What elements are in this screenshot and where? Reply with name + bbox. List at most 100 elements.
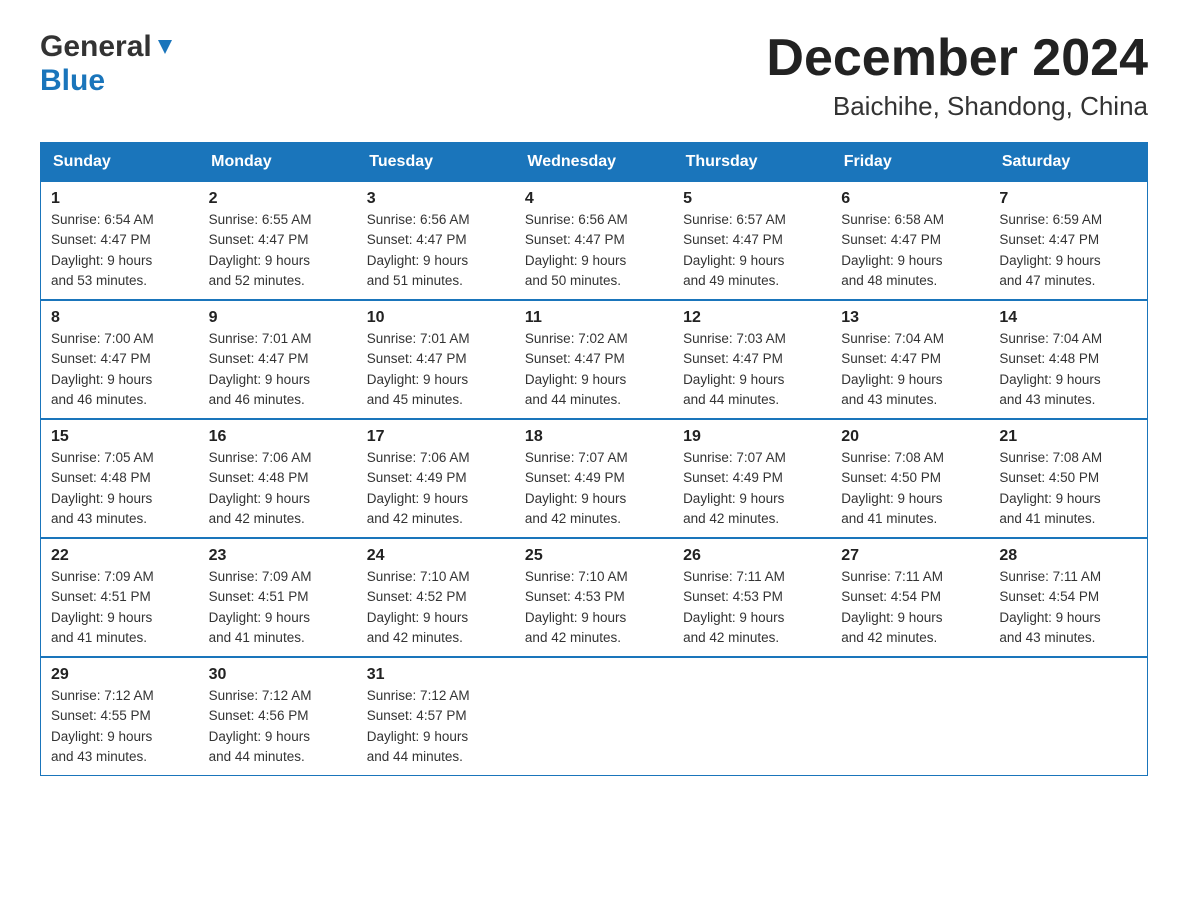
day-number: 7 (999, 190, 1137, 208)
header-sunday: Sunday (41, 143, 199, 182)
day-number: 17 (367, 428, 505, 446)
logo-arrow-icon (154, 36, 176, 58)
day-info: Sunrise: 7:03 AMSunset: 4:47 PMDaylight:… (683, 329, 821, 410)
calendar-cell: 9 Sunrise: 7:01 AMSunset: 4:47 PMDaylight… (199, 300, 357, 419)
day-info: Sunrise: 7:08 AMSunset: 4:50 PMDaylight:… (999, 448, 1137, 529)
day-number: 5 (683, 190, 821, 208)
calendar-cell (515, 657, 673, 776)
calendar-table: SundayMondayTuesdayWednesdayThursdayFrid… (40, 142, 1148, 776)
day-info: Sunrise: 7:00 AMSunset: 4:47 PMDaylight:… (51, 329, 189, 410)
header-wednesday: Wednesday (515, 143, 673, 182)
calendar-cell: 19 Sunrise: 7:07 AMSunset: 4:49 PMDayligh… (673, 419, 831, 538)
calendar-cell (831, 657, 989, 776)
calendar-cell: 12 Sunrise: 7:03 AMSunset: 4:47 PMDayligh… (673, 300, 831, 419)
day-info: Sunrise: 6:57 AMSunset: 4:47 PMDaylight:… (683, 210, 821, 291)
calendar-cell: 4 Sunrise: 6:56 AMSunset: 4:47 PMDaylight… (515, 182, 673, 301)
day-info: Sunrise: 7:05 AMSunset: 4:48 PMDaylight:… (51, 448, 189, 529)
day-number: 13 (841, 309, 979, 327)
calendar-cell (673, 657, 831, 776)
day-number: 11 (525, 309, 663, 327)
calendar-cell: 17 Sunrise: 7:06 AMSunset: 4:49 PMDayligh… (357, 419, 515, 538)
calendar-cell: 2 Sunrise: 6:55 AMSunset: 4:47 PMDaylight… (199, 182, 357, 301)
logo-general-text: General (40, 30, 152, 64)
day-info: Sunrise: 6:54 AMSunset: 4:47 PMDaylight:… (51, 210, 189, 291)
day-number: 23 (209, 547, 347, 565)
week-row-5: 29Sunrise: 7:12 AMSunset: 4:55 PMDayligh… (41, 657, 1148, 776)
day-number: 21 (999, 428, 1137, 446)
day-number: 8 (51, 309, 189, 327)
calendar-cell: 22 Sunrise: 7:09 AMSunset: 4:51 PMDayligh… (41, 538, 199, 657)
day-info: Sunrise: 7:04 AMSunset: 4:47 PMDaylight:… (841, 329, 979, 410)
day-info: Sunrise: 6:58 AMSunset: 4:47 PMDaylight:… (841, 210, 979, 291)
day-info: Sunrise: 7:12 AMSunset: 4:56 PMDaylight:… (209, 686, 347, 767)
calendar-cell: 25Sunrise: 7:10 AMSunset: 4:53 PMDayligh… (515, 538, 673, 657)
day-info: Sunrise: 7:10 AMSunset: 4:52 PMDaylight:… (367, 567, 505, 648)
day-number: 27 (841, 547, 979, 565)
day-number: 4 (525, 190, 663, 208)
day-info: Sunrise: 7:06 AMSunset: 4:48 PMDaylight:… (209, 448, 347, 529)
header-monday: Monday (199, 143, 357, 182)
calendar-cell: 24 Sunrise: 7:10 AMSunset: 4:52 PMDayligh… (357, 538, 515, 657)
day-number: 6 (841, 190, 979, 208)
day-info: Sunrise: 7:09 AMSunset: 4:51 PMDaylight:… (209, 567, 347, 648)
calendar-cell: 5 Sunrise: 6:57 AMSunset: 4:47 PMDaylight… (673, 182, 831, 301)
day-info: Sunrise: 6:56 AMSunset: 4:47 PMDaylight:… (525, 210, 663, 291)
calendar-cell: 10 Sunrise: 7:01 AMSunset: 4:47 PMDayligh… (357, 300, 515, 419)
day-number: 18 (525, 428, 663, 446)
day-number: 26 (683, 547, 821, 565)
calendar-cell: 8 Sunrise: 7:00 AMSunset: 4:47 PMDaylight… (41, 300, 199, 419)
day-info: Sunrise: 7:01 AMSunset: 4:47 PMDaylight:… (209, 329, 347, 410)
day-number: 15 (51, 428, 189, 446)
day-info: Sunrise: 7:01 AMSunset: 4:47 PMDaylight:… (367, 329, 505, 410)
calendar-cell: 31Sunrise: 7:12 AMSunset: 4:57 PMDayligh… (357, 657, 515, 776)
calendar-cell: 13 Sunrise: 7:04 AMSunset: 4:47 PMDayligh… (831, 300, 989, 419)
calendar-cell: 18 Sunrise: 7:07 AMSunset: 4:49 PMDayligh… (515, 419, 673, 538)
calendar-cell (989, 657, 1147, 776)
logo: General Blue (40, 30, 176, 98)
day-number: 31 (367, 666, 505, 684)
week-row-2: 8 Sunrise: 7:00 AMSunset: 4:47 PMDaylight… (41, 300, 1148, 419)
day-info: Sunrise: 7:08 AMSunset: 4:50 PMDaylight:… (841, 448, 979, 529)
title-block: December 2024 Baichihe, Shandong, China (766, 30, 1148, 122)
day-number: 12 (683, 309, 821, 327)
day-info: Sunrise: 6:56 AMSunset: 4:47 PMDaylight:… (367, 210, 505, 291)
day-info: Sunrise: 7:10 AMSunset: 4:53 PMDaylight:… (525, 567, 663, 648)
day-number: 24 (367, 547, 505, 565)
calendar-cell: 16Sunrise: 7:06 AMSunset: 4:48 PMDayligh… (199, 419, 357, 538)
calendar-title: December 2024 (766, 30, 1148, 87)
day-info: Sunrise: 7:04 AMSunset: 4:48 PMDaylight:… (999, 329, 1137, 410)
header-row: SundayMondayTuesdayWednesdayThursdayFrid… (41, 143, 1148, 182)
week-row-3: 15 Sunrise: 7:05 AMSunset: 4:48 PMDayligh… (41, 419, 1148, 538)
day-number: 20 (841, 428, 979, 446)
day-number: 22 (51, 547, 189, 565)
day-info: Sunrise: 7:07 AMSunset: 4:49 PMDaylight:… (525, 448, 663, 529)
calendar-cell: 30Sunrise: 7:12 AMSunset: 4:56 PMDayligh… (199, 657, 357, 776)
day-number: 2 (209, 190, 347, 208)
day-info: Sunrise: 7:11 AMSunset: 4:54 PMDaylight:… (841, 567, 979, 648)
week-row-4: 22 Sunrise: 7:09 AMSunset: 4:51 PMDayligh… (41, 538, 1148, 657)
day-number: 19 (683, 428, 821, 446)
day-number: 10 (367, 309, 505, 327)
calendar-cell: 15 Sunrise: 7:05 AMSunset: 4:48 PMDayligh… (41, 419, 199, 538)
calendar-cell: 14 Sunrise: 7:04 AMSunset: 4:48 PMDayligh… (989, 300, 1147, 419)
day-info: Sunrise: 7:09 AMSunset: 4:51 PMDaylight:… (51, 567, 189, 648)
header-thursday: Thursday (673, 143, 831, 182)
day-number: 9 (209, 309, 347, 327)
page-header: General Blue December 2024 Baichihe, Sha… (40, 30, 1148, 122)
calendar-cell: 28Sunrise: 7:11 AMSunset: 4:54 PMDayligh… (989, 538, 1147, 657)
calendar-cell: 26Sunrise: 7:11 AMSunset: 4:53 PMDayligh… (673, 538, 831, 657)
day-number: 1 (51, 190, 189, 208)
day-info: Sunrise: 7:02 AMSunset: 4:47 PMDaylight:… (525, 329, 663, 410)
calendar-cell: 20 Sunrise: 7:08 AMSunset: 4:50 PMDayligh… (831, 419, 989, 538)
day-info: Sunrise: 7:07 AMSunset: 4:49 PMDaylight:… (683, 448, 821, 529)
day-number: 14 (999, 309, 1137, 327)
day-info: Sunrise: 6:59 AMSunset: 4:47 PMDaylight:… (999, 210, 1137, 291)
header-tuesday: Tuesday (357, 143, 515, 182)
calendar-cell: 11 Sunrise: 7:02 AMSunset: 4:47 PMDayligh… (515, 300, 673, 419)
header-saturday: Saturday (989, 143, 1147, 182)
week-row-1: 1 Sunrise: 6:54 AMSunset: 4:47 PMDaylight… (41, 182, 1148, 301)
day-info: Sunrise: 7:06 AMSunset: 4:49 PMDaylight:… (367, 448, 505, 529)
header-friday: Friday (831, 143, 989, 182)
day-info: Sunrise: 6:55 AMSunset: 4:47 PMDaylight:… (209, 210, 347, 291)
day-number: 28 (999, 547, 1137, 565)
